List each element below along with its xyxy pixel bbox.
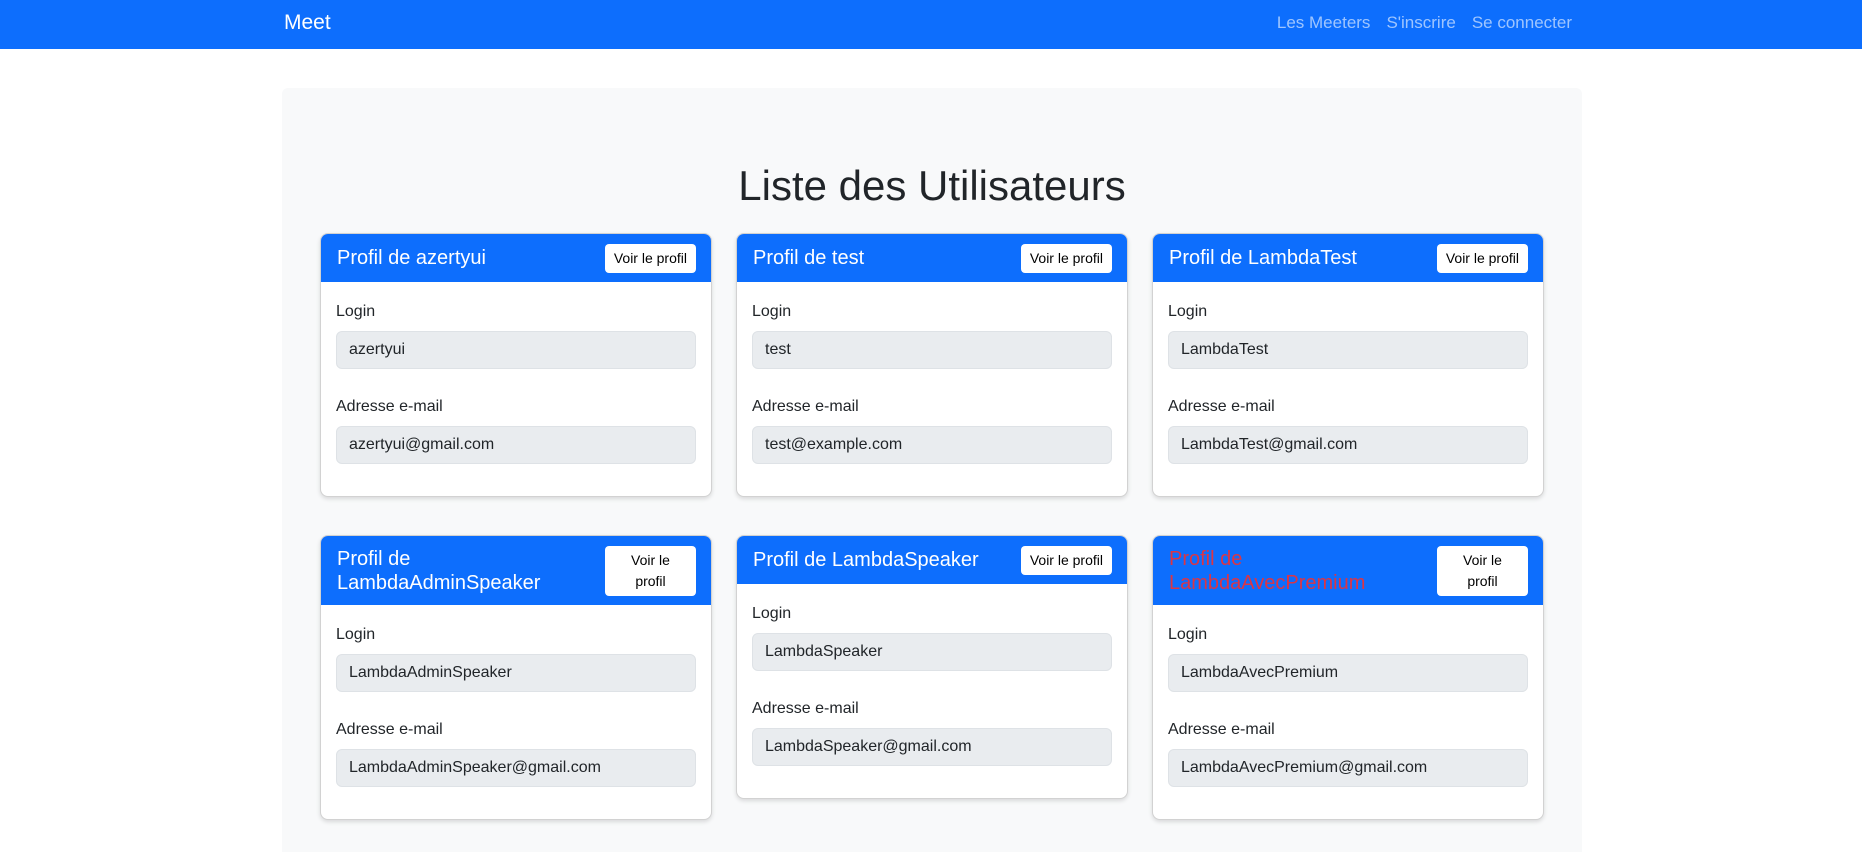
card-header: Profil de test Voir le profil: [737, 234, 1127, 282]
login-label: Login: [1168, 626, 1208, 643]
nav-link-register[interactable]: S'inscrire: [1386, 13, 1455, 33]
view-profile-button[interactable]: Voir le profil: [604, 243, 696, 273]
card-body: Login LambdaTest Adresse e-mail LambdaTe…: [1153, 282, 1543, 496]
login-field: LambdaTest: [1168, 331, 1528, 369]
navbar: Meet Les Meeters S'inscrire Se connecter: [0, 0, 1862, 49]
user-card: Profil de azertyui Voir le profil Login …: [320, 233, 712, 497]
card-header: Profil de LambdaAdminSpeaker Voir le pro…: [321, 536, 711, 605]
login-label: Login: [752, 303, 792, 320]
card-header: Profil de LambdaTest Voir le profil: [1153, 234, 1543, 282]
email-label: Adresse e-mail: [336, 398, 443, 415]
card-title: Profil de LambdaAvecPremium: [1169, 547, 1366, 594]
view-profile-button[interactable]: Voir le profil: [1020, 545, 1112, 575]
card-title: Profil de test: [753, 247, 865, 269]
email-label: Adresse e-mail: [1168, 721, 1275, 738]
user-card: Profil de test Voir le profil Login test…: [736, 233, 1128, 497]
main-container: Liste des Utilisateurs Profil de azertyu…: [282, 88, 1582, 852]
email-label: Adresse e-mail: [752, 700, 859, 717]
card-body: Login test Adresse e-mail test@example.c…: [737, 282, 1127, 496]
card-body: Login LambdaAvecPremium Adresse e-mail L…: [1153, 605, 1543, 819]
login-field: LambdaAvecPremium: [1168, 654, 1528, 692]
card-header: Profil de LambdaSpeaker Voir le profil: [737, 536, 1127, 584]
user-card: Profil de LambdaAdminSpeaker Voir le pro…: [320, 535, 712, 820]
card-header: Profil de azertyui Voir le profil: [321, 234, 711, 282]
view-profile-button[interactable]: Voir le profil: [1436, 243, 1528, 273]
card-title: Profil de LambdaAdminSpeaker: [337, 547, 541, 594]
user-card: Profil de LambdaSpeaker Voir le profil L…: [736, 535, 1128, 799]
card-body: Login azertyui Adresse e-mail azertyui@g…: [321, 282, 711, 496]
login-label: Login: [1168, 303, 1208, 320]
email-field: LambdaAvecPremium@gmail.com: [1168, 749, 1528, 787]
login-field: azertyui: [336, 331, 696, 369]
nav-links: Les Meeters S'inscrire Se connecter: [1277, 13, 1572, 33]
login-label: Login: [336, 626, 376, 643]
login-label: Login: [336, 303, 376, 320]
card-title: Profil de azertyui: [337, 247, 486, 269]
login-field: LambdaSpeaker: [752, 633, 1112, 671]
email-field: test@example.com: [752, 426, 1112, 464]
card-body: Login LambdaSpeaker Adresse e-mail Lambd…: [737, 584, 1127, 798]
brand-logo[interactable]: Meet: [284, 11, 331, 35]
card-title: Profil de LambdaTest: [1169, 247, 1357, 269]
email-field: LambdaAdminSpeaker@gmail.com: [336, 749, 696, 787]
login-label: Login: [752, 605, 792, 622]
card-title: Profil de LambdaSpeaker: [753, 549, 979, 571]
card-body: Login LambdaAdminSpeaker Adresse e-mail …: [321, 605, 711, 819]
view-profile-button[interactable]: Voir le profil: [605, 545, 696, 596]
user-card: Profil de LambdaTest Voir le profil Logi…: [1152, 233, 1544, 497]
login-field: LambdaAdminSpeaker: [336, 654, 696, 692]
view-profile-button[interactable]: Voir le profil: [1020, 243, 1112, 273]
page-title: Liste des Utilisateurs: [738, 162, 1126, 209]
email-label: Adresse e-mail: [1168, 398, 1275, 415]
nav-link-meeters[interactable]: Les Meeters: [1277, 13, 1371, 33]
email-field: LambdaTest@gmail.com: [1168, 426, 1528, 464]
view-profile-button[interactable]: Voir le profil: [1437, 545, 1528, 596]
nav-link-login[interactable]: Se connecter: [1472, 13, 1572, 33]
user-card: Profil de LambdaAvecPremium Voir le prof…: [1152, 535, 1544, 820]
email-label: Adresse e-mail: [752, 398, 859, 415]
email-field: LambdaSpeaker@gmail.com: [752, 728, 1112, 766]
email-label: Adresse e-mail: [336, 721, 443, 738]
card-header: Profil de LambdaAvecPremium Voir le prof…: [1153, 536, 1543, 605]
login-field: test: [752, 331, 1112, 369]
email-field: azertyui@gmail.com: [336, 426, 696, 464]
